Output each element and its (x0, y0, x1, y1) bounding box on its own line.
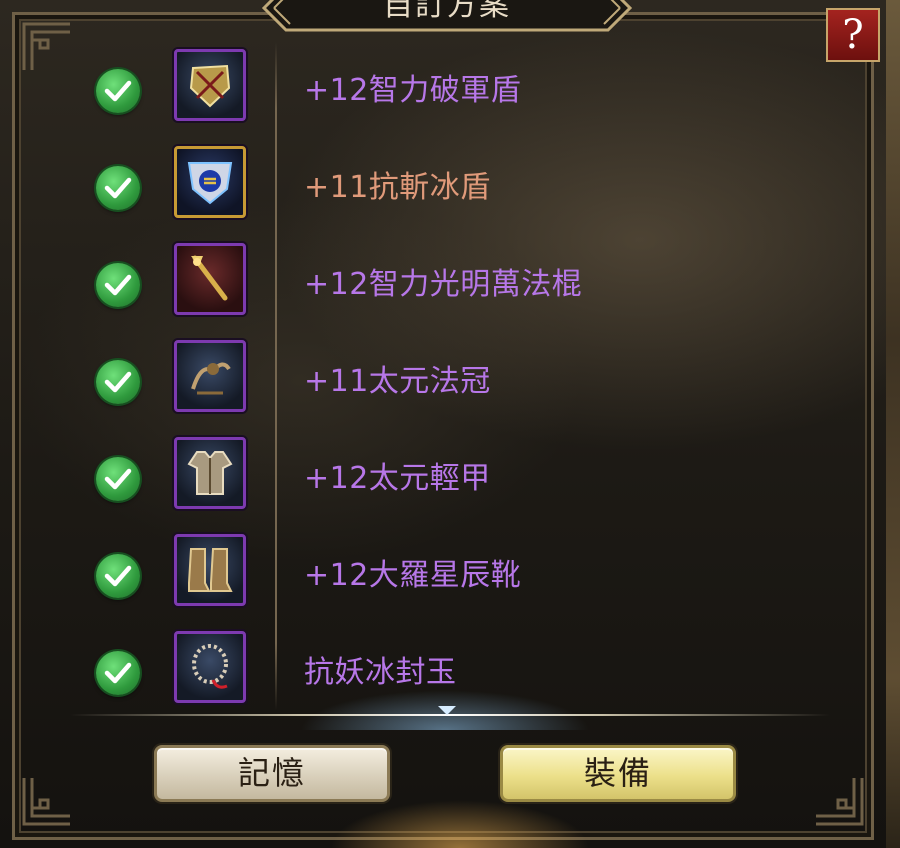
checkmark-icon[interactable] (96, 263, 140, 307)
boots-icon[interactable] (174, 534, 246, 606)
list-item[interactable]: +12大羅星辰靴 (0, 522, 900, 619)
window-title: 自訂方案 (383, 0, 511, 23)
ice-shield-icon[interactable] (174, 146, 246, 218)
list-item[interactable]: +11太元法冠 (0, 328, 900, 425)
memory-button[interactable]: 記憶 (154, 745, 390, 802)
item-name: +11抗斬冰盾 (304, 170, 491, 205)
item-name: +11太元法冠 (304, 364, 491, 399)
list-item[interactable]: +12智力光明萬法棍 (0, 231, 900, 328)
item-name: +12太元輕甲 (304, 461, 491, 496)
item-name: +12智力破軍盾 (304, 73, 522, 108)
checkmark-icon[interactable] (96, 651, 140, 695)
shield-icon[interactable] (174, 49, 246, 121)
checkmark-icon[interactable] (96, 69, 140, 113)
item-name: 抗妖冰封玉 (304, 655, 457, 690)
item-name: +12智力光明萬法棍 (304, 267, 583, 302)
checkmark-icon[interactable] (96, 166, 140, 210)
corner-ornament (20, 774, 74, 828)
crown-icon[interactable] (174, 340, 246, 412)
armor-icon[interactable] (174, 437, 246, 509)
checkmark-icon[interactable] (96, 360, 140, 404)
checkmark-icon[interactable] (96, 554, 140, 598)
title-plate: 自訂方案 (262, 0, 632, 32)
scroll-down-icon[interactable] (438, 706, 456, 715)
list-item[interactable]: +11抗斬冰盾 (0, 134, 900, 231)
corner-ornament (812, 774, 866, 828)
list-item[interactable]: +12智力破軍盾 (0, 37, 900, 134)
staff-icon[interactable] (174, 243, 246, 315)
equip-button[interactable]: 裝備 (500, 745, 736, 802)
bead-necklace-icon[interactable] (174, 631, 246, 703)
bottom-glow (330, 800, 590, 848)
item-name: +12大羅星辰靴 (304, 558, 522, 593)
list-item[interactable]: +12太元輕甲 (0, 425, 900, 522)
checkmark-icon[interactable] (96, 457, 140, 501)
